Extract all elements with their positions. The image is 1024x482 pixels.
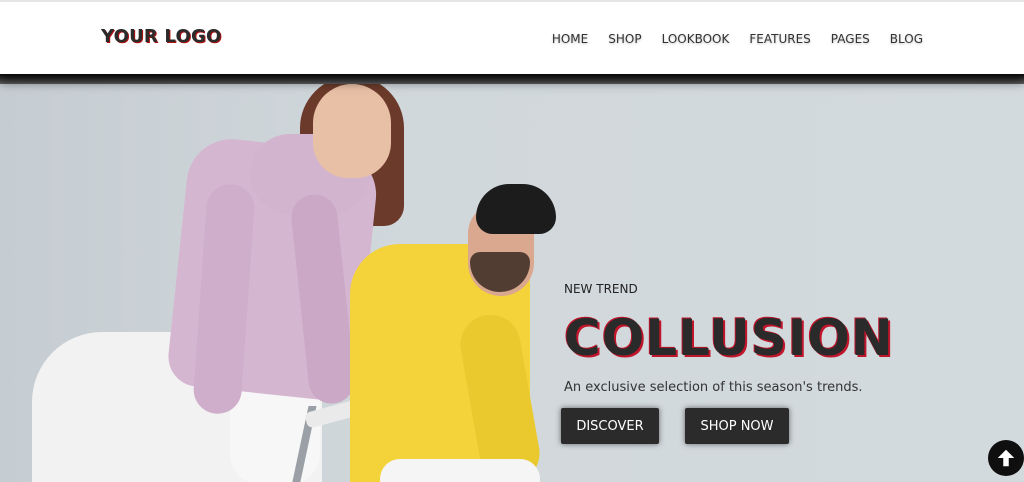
nav-features[interactable]: FEATURES: [749, 32, 810, 46]
model-man-hair: [476, 184, 556, 234]
scroll-to-top-button[interactable]: [988, 440, 1024, 476]
nav-shop[interactable]: SHOP: [608, 32, 641, 46]
model-woman-face: [313, 84, 391, 178]
nav-blog[interactable]: BLOG: [890, 32, 923, 46]
shop-now-button[interactable]: SHOP NOW: [685, 408, 789, 444]
site-logo[interactable]: YOUR LOGO: [101, 26, 221, 47]
discover-button[interactable]: DISCOVER: [561, 408, 659, 444]
nav-lookbook[interactable]: LOOKBOOK: [662, 32, 730, 46]
model-man-pants: [380, 459, 540, 482]
arrow-up-icon: [997, 449, 1015, 467]
main-nav: HOME SHOP LOOKBOOK FEATURES PAGES BLOG: [552, 32, 923, 46]
header-shadow-band: [0, 74, 1024, 84]
site-header: YOUR LOGO HOME SHOP LOOKBOOK FEATURES PA…: [0, 0, 1024, 74]
hero-title: COLLUSION: [564, 309, 894, 367]
nav-home[interactable]: HOME: [552, 32, 588, 46]
nav-pages[interactable]: PAGES: [831, 32, 870, 46]
hero-eyebrow: NEW TREND: [564, 282, 638, 296]
hero-section: NEW TREND COLLUSION An exclusive selecti…: [0, 74, 1024, 482]
hero-subtitle: An exclusive selection of this season's …: [564, 380, 863, 395]
